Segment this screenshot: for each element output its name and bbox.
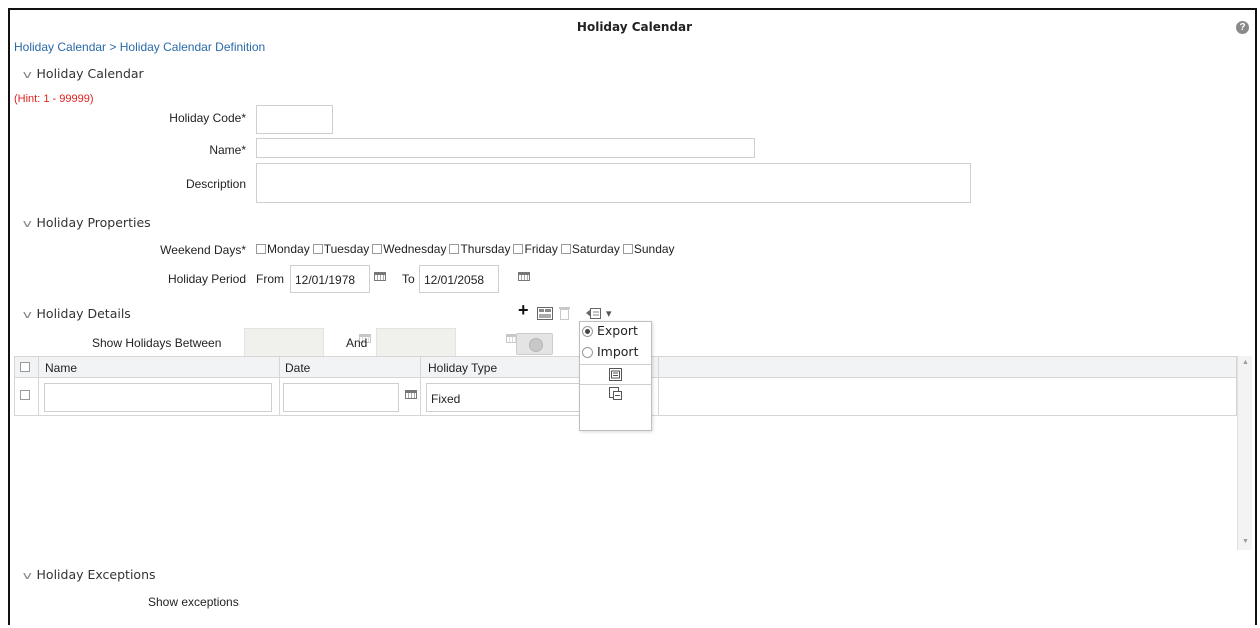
sunday-label: Sunday [633,242,675,256]
help-icon[interactable]: ? [1236,21,1249,34]
holiday-period-label: Holiday Period [167,272,246,286]
page-title: Holiday Calendar [576,20,693,34]
section-holiday-details-header[interactable]: v Holiday Details [22,306,131,321]
name-input[interactable] [256,138,755,158]
main-frame: Holiday Calendar ? Holiday Calendar > Ho… [8,8,1257,625]
weekend-day-monday[interactable]: Monday [256,242,310,256]
grid-scrollbar[interactable]: ▲ ▼ [1237,356,1252,550]
dropdown-arrow-icon[interactable]: ▾ [606,307,612,320]
calendar-icon[interactable] [405,388,417,399]
chevron-down-icon: v [22,308,32,321]
wednesday-label: Wednesday [383,242,447,256]
import-label: Import [596,344,639,359]
breadcrumb: Holiday Calendar > Holiday Calendar Defi… [14,40,265,54]
column-header-date[interactable]: Date [285,361,310,375]
select-all-checkbox[interactable] [20,362,30,372]
column-header-holiday-type[interactable]: Holiday Type [428,361,497,375]
saturday-checkbox[interactable] [560,244,571,254]
chevron-down-icon: v [22,68,32,81]
name-label: Name* [209,143,246,157]
weekend-day-sunday[interactable]: Sunday [622,242,675,256]
export-radio[interactable] [582,326,593,337]
chevron-down-icon: v [22,217,32,230]
tuesday-label: Tuesday [323,242,370,256]
to-date-input[interactable]: 12/01/2058 [419,265,499,293]
and-label: And [346,336,368,350]
row-name-input[interactable] [44,383,272,412]
scroll-down-icon[interactable]: ▼ [1242,538,1249,545]
holiday-code-input[interactable] [256,105,333,134]
wednesday-checkbox[interactable] [372,244,383,254]
add-icon[interactable]: + [518,300,529,321]
thursday-checkbox[interactable] [449,244,460,254]
breadcrumb-current-link[interactable]: Holiday Calendar Definition [120,40,265,54]
weekend-day-tuesday[interactable]: Tuesday [312,242,370,256]
to-label: To [402,272,415,286]
import-radio[interactable] [582,347,593,358]
weekend-day-friday[interactable]: Friday [513,242,558,256]
export-import-menu: Export Import [579,321,652,431]
from-label: From [256,272,284,286]
section-holiday-exceptions-title: Holiday Exceptions [36,567,156,582]
section-holiday-properties-title: Holiday Properties [36,215,151,230]
show-between-end-input[interactable] [376,328,456,358]
scroll-up-icon[interactable]: ▲ [1242,359,1249,366]
calendar-icon[interactable] [374,270,386,281]
tuesday-checkbox[interactable] [312,244,323,254]
monday-checkbox[interactable] [256,244,266,254]
section-holiday-calendar-header[interactable]: v Holiday Calendar [22,66,144,81]
export-import-icon[interactable] [586,308,601,319]
thursday-label: Thursday [460,242,511,256]
import-option[interactable]: Import [582,344,638,359]
section-holiday-details-title: Holiday Details [36,306,131,321]
import-file-icon[interactable] [609,387,622,400]
monday-label: Monday [267,242,310,256]
row-date-input[interactable] [283,383,399,412]
holiday-code-hint: (Hint: 1 - 99999) [14,93,94,105]
show-between-start-input[interactable] [244,328,324,358]
section-holiday-properties-header[interactable]: v Holiday Properties [22,215,151,230]
breadcrumb-root-link[interactable]: Holiday Calendar [14,40,106,54]
description-input[interactable] [256,163,971,203]
chevron-down-icon: v [22,569,32,582]
sunday-checkbox[interactable] [622,244,633,254]
friday-checkbox[interactable] [513,244,524,254]
weekend-day-thursday[interactable]: Thursday [449,242,510,256]
copy-icon[interactable] [537,307,553,320]
weekend-day-saturday[interactable]: Saturday [560,242,620,256]
section-holiday-exceptions-header[interactable]: v Holiday Exceptions [22,567,156,582]
weekend-days-label: Weekend Days* [160,243,246,257]
friday-label: Friday [524,242,558,256]
weekend-day-wednesday[interactable]: Wednesday [372,242,446,256]
holiday-code-label: Holiday Code* [169,111,246,125]
column-header-name[interactable]: Name [45,361,77,375]
export-label: Export [596,323,638,338]
export-option[interactable]: Export [582,323,638,338]
calendar-icon[interactable] [518,270,531,281]
description-label: Description [185,177,246,191]
row-checkbox[interactable] [20,390,30,400]
show-exceptions-label: Show exceptions [148,595,239,609]
delete-icon[interactable] [559,306,570,320]
breadcrumb-separator: > [109,40,117,54]
weekend-days-group: Monday Tuesday Wednesday Thursday Friday Satu… [256,242,678,257]
export-file-icon[interactable] [609,368,622,381]
from-date-input[interactable]: 12/01/1978 [290,265,370,293]
show-holidays-between-label: Show Holidays Between [92,336,222,350]
show-holidays-go-button[interactable] [516,333,553,355]
saturday-label: Saturday [571,242,620,256]
section-holiday-calendar-title: Holiday Calendar [36,66,144,81]
